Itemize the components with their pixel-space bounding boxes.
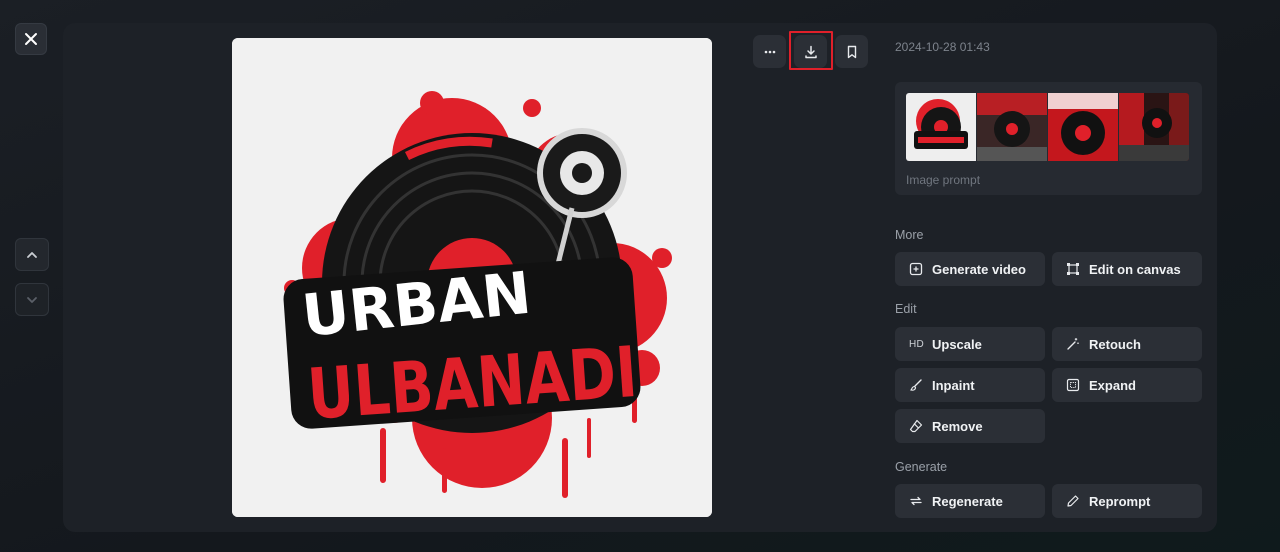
chevron-up-icon [27,251,37,258]
download-button[interactable] [794,35,827,68]
more-icon [764,50,775,53]
edit-on-canvas-button[interactable]: Edit on canvas [1052,252,1202,286]
pencil-icon [1066,494,1080,508]
image-prompt-label: Image prompt [906,173,981,187]
inpaint-button[interactable]: Inpaint [895,368,1045,402]
video-plus-icon [909,262,923,276]
canvas-icon [1066,262,1080,276]
hd-icon: HD [909,338,925,350]
expand-button[interactable]: Expand [1052,368,1202,402]
prompt-thumbnail-4[interactable] [1119,93,1189,161]
bookmark-button[interactable] [835,35,868,68]
close-icon [25,33,37,45]
more-options-button[interactable] [753,35,786,68]
previous-image-button[interactable] [15,238,49,271]
inpaint-label: Inpaint [932,377,975,393]
logo-artwork: URBAN ULBANADI [232,38,712,517]
upscale-button[interactable]: HD Upscale [895,327,1045,361]
bookmark-icon [847,45,856,58]
remove-button[interactable]: Remove [895,409,1045,443]
upscale-label: Upscale [932,336,982,352]
chevron-down-icon [27,296,37,303]
close-button[interactable] [15,23,47,55]
magic-wand-icon [1066,337,1080,351]
edit-on-canvas-label: Edit on canvas [1089,261,1181,277]
regenerate-button[interactable]: Regenerate [895,484,1045,518]
next-image-button[interactable] [15,283,49,316]
reprompt-label: Reprompt [1089,493,1151,509]
section-more-label: More [895,228,924,242]
created-timestamp: 2024-10-28 01:43 [895,40,990,54]
generated-image: URBAN ULBANADI [232,38,712,517]
expand-icon [1066,378,1080,392]
prompt-thumbnail-3[interactable] [1048,93,1118,161]
reprompt-button[interactable]: Reprompt [1052,484,1202,518]
retouch-label: Retouch [1089,336,1141,352]
retouch-button[interactable]: Retouch [1052,327,1202,361]
generate-video-button[interactable]: Generate video [895,252,1045,286]
eraser-icon [909,419,923,433]
regenerate-label: Regenerate [932,493,1003,509]
refresh-icon [909,494,923,508]
prompt-thumbnail-2[interactable] [977,93,1047,161]
brush-icon [909,378,923,392]
section-generate-label: Generate [895,460,948,474]
expand-label: Expand [1089,377,1136,393]
download-icon [804,45,817,58]
image-prompt-box: Image prompt [895,82,1202,195]
generate-video-label: Generate video [932,261,1026,277]
remove-label: Remove [932,418,983,434]
prompt-thumbnail-1[interactable] [906,93,976,161]
section-edit-label: Edit [895,302,917,316]
